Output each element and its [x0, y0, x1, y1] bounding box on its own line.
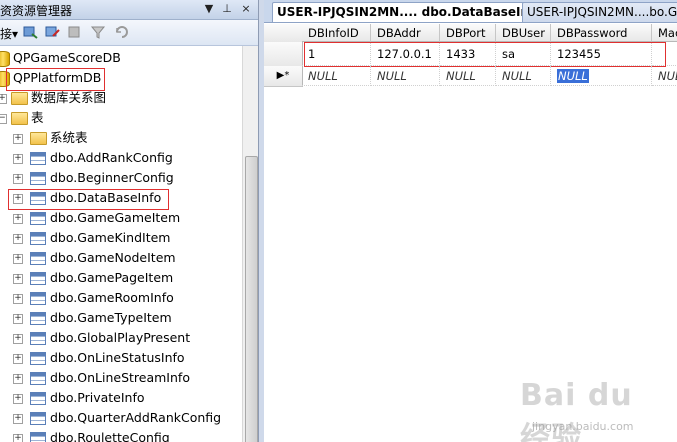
selected-null-text: NULL: [557, 69, 589, 83]
table-icon: [30, 192, 46, 205]
table-icon: [30, 392, 46, 405]
grid-cell-null-selected[interactable]: NULL: [551, 66, 652, 86]
object-explorer-toolbar: 接▾: [0, 20, 258, 46]
close-icon[interactable]: ×: [239, 2, 253, 16]
table-icon: [30, 252, 46, 265]
database-icon: [0, 71, 10, 87]
results-grid: DBInfoID DBAddr DBPort DBUser DBPassword…: [264, 22, 677, 442]
expand-icon[interactable]: +: [13, 354, 23, 364]
expand-icon[interactable]: +: [0, 94, 7, 104]
column-header[interactable]: DBUser: [496, 24, 551, 42]
expand-icon[interactable]: +: [13, 374, 23, 384]
grid-cell[interactable]: [652, 42, 677, 66]
refresh-icon[interactable]: [114, 24, 130, 40]
grid-cell-null[interactable]: NULL: [440, 66, 496, 86]
expand-icon[interactable]: +: [13, 174, 23, 184]
table-icon: [30, 292, 46, 305]
stop-icon[interactable]: [66, 24, 82, 40]
expand-icon[interactable]: +: [13, 234, 23, 244]
expand-icon[interactable]: +: [13, 214, 23, 224]
object-explorer-title: 资资源管理器: [0, 4, 73, 18]
scrollbar-thumb[interactable]: [245, 156, 258, 442]
tab-second-document[interactable]: USER-IPJQSIN2MN....bo.G: [522, 2, 677, 22]
grid-cell-null[interactable]: NULL: [496, 66, 551, 86]
grid-cell-null[interactable]: NULL: [652, 66, 677, 86]
table-icon: [30, 412, 46, 425]
table-icon: [30, 432, 46, 442]
expand-icon[interactable]: +: [13, 334, 23, 344]
table-icon: [30, 212, 46, 225]
expand-icon[interactable]: +: [13, 154, 23, 164]
object-tree: QPGameScoreDB QPPlatformDB + 数据库关系图 − 表 …: [0, 46, 242, 442]
object-explorer-titlebar: 资资源管理器 ▼ ⊥ ×: [0, 0, 258, 20]
expand-icon[interactable]: +: [13, 254, 23, 264]
dropdown-icon[interactable]: ▼: [202, 2, 216, 16]
table-icon: [30, 232, 46, 245]
database-icon: [0, 51, 10, 67]
tree-scrollbar[interactable]: [242, 46, 258, 442]
grid-corner[interactable]: [264, 24, 303, 43]
expand-icon[interactable]: +: [13, 394, 23, 404]
new-row-selector[interactable]: ▶*: [264, 66, 303, 87]
table-icon: [30, 312, 46, 325]
grid-cell[interactable]: sa: [496, 42, 551, 66]
column-header[interactable]: DBPassword: [551, 24, 652, 42]
table-icon: [30, 352, 46, 365]
expand-icon[interactable]: +: [13, 434, 23, 442]
document-tabs: USER-IPJQSIN2MN.... dbo.DataBaseInfo USE…: [264, 0, 677, 23]
expand-icon[interactable]: +: [13, 274, 23, 284]
column-header[interactable]: Mac: [652, 24, 677, 42]
row-selector[interactable]: [264, 42, 303, 67]
grid-cell[interactable]: 1: [302, 42, 371, 66]
column-header[interactable]: DBAddr: [371, 24, 440, 42]
collapse-icon[interactable]: −: [0, 114, 7, 124]
expand-icon[interactable]: +: [13, 134, 23, 144]
tab-databaseinfo[interactable]: USER-IPJQSIN2MN.... dbo.DataBaseInfo: [272, 2, 548, 22]
table-editor-panel: USER-IPJQSIN2MN.... dbo.DataBaseInfo USE…: [264, 0, 677, 442]
filter-icon[interactable]: [90, 24, 106, 40]
table-icon: [30, 372, 46, 385]
column-header[interactable]: DBPort: [440, 24, 496, 42]
grid-cell-null[interactable]: NULL: [371, 66, 440, 86]
grid-cell[interactable]: 127.0.0.1: [371, 42, 440, 66]
table-icon: [30, 332, 46, 345]
disconnect-icon[interactable]: [44, 24, 60, 40]
expand-icon[interactable]: +: [13, 194, 23, 204]
connect-button[interactable]: 接▾: [0, 25, 18, 42]
folder-icon: [30, 132, 47, 145]
grid-cell[interactable]: 1433: [440, 42, 496, 66]
connect-icon[interactable]: [22, 24, 38, 40]
grid-cell-null[interactable]: NULL: [302, 66, 371, 86]
expand-icon[interactable]: +: [13, 294, 23, 304]
expand-icon[interactable]: +: [13, 314, 23, 324]
object-explorer-panel: 资资源管理器 ▼ ⊥ × 接▾ QPGameScoreDB QPPlatform…: [0, 0, 259, 442]
folder-icon: [11, 112, 28, 125]
pin-icon[interactable]: ⊥: [220, 2, 234, 16]
table-icon: [30, 172, 46, 185]
column-header[interactable]: DBInfoID: [302, 24, 371, 42]
expand-icon[interactable]: +: [13, 414, 23, 424]
table-icon: [30, 272, 46, 285]
table-icon: [30, 152, 46, 165]
folder-icon: [11, 92, 28, 105]
grid-cell[interactable]: 123455: [551, 42, 652, 66]
